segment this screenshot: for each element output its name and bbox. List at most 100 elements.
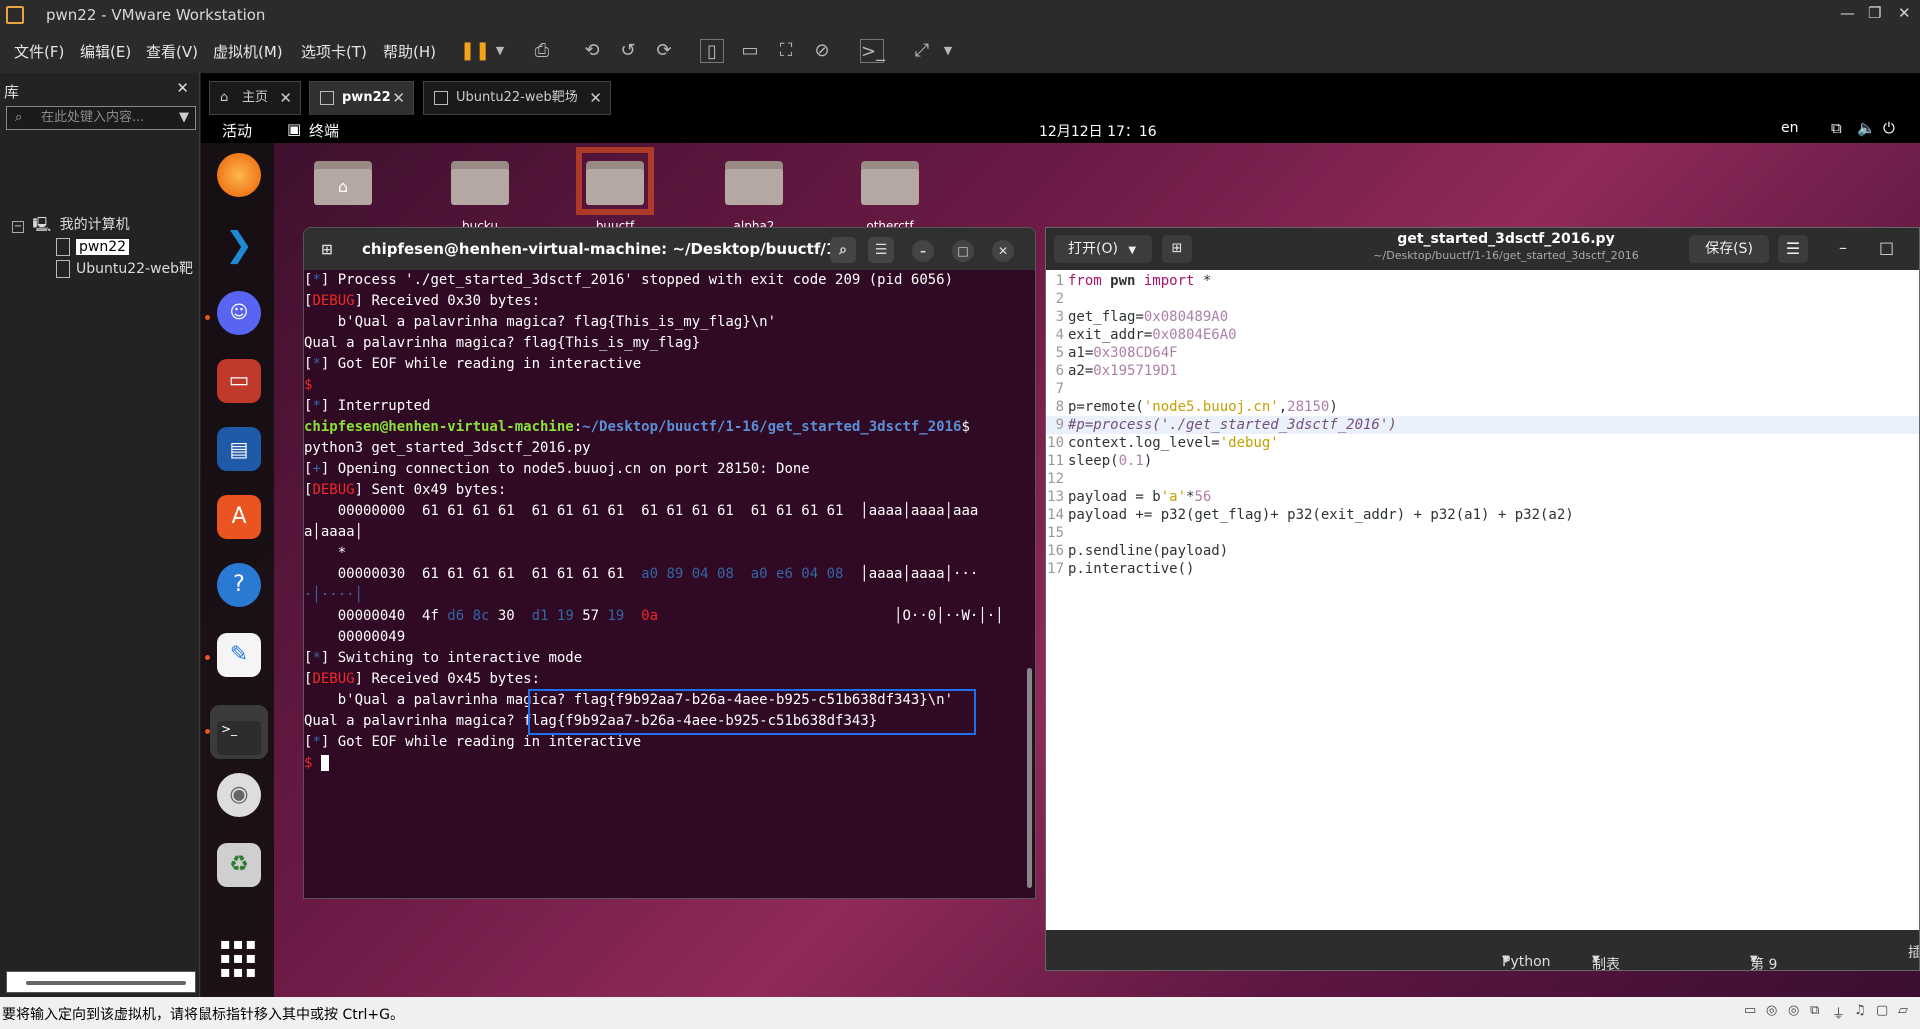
code-line: 11 sleep(0.1) [1047,453,1153,469]
text-editor-window[interactable]: 打开(O) ▼ ⊞ get_started_3dsctf_2016.py ~/D… [1045,227,1920,971]
hamburger-menu-icon[interactable]: ☰ [1778,235,1808,263]
display-icon[interactable]: ▢ [1876,1003,1894,1021]
close-icon[interactable]: ✕ [392,82,405,114]
unity-icon[interactable]: ⊘ [810,39,834,63]
terminal-line: [DEBUG] Received 0x30 bytes: [304,293,541,309]
menu-file[interactable]: 文件(F) [14,41,64,62]
app-menu-label[interactable]: 终端 [309,120,339,141]
chevron-down-icon: ▼ [1592,954,1600,965]
terminal-line: python3 get_started_3dsctf_2016.py [304,440,591,456]
tab-home[interactable]: ⌂ 主页 ✕ [209,81,301,115]
minimize-icon[interactable]: – [1839,238,1847,257]
tab-pwn22[interactable]: pwn22 ✕ [309,81,414,115]
help-icon[interactable]: ? [217,563,261,607]
code-line: 3 get_flag=0x080489A0 [1055,309,1229,325]
terminal-line: 00000000 61 61 61 61 61 61 61 61 61 61 6… [304,503,979,519]
console-view-icon[interactable]: >_ [860,39,885,63]
volume-icon[interactable]: 🔈 [1857,119,1876,137]
cdrom-icon[interactable]: ◎ [1766,1003,1784,1021]
terminal-output[interactable]: [*] Process './get_started_3dsctf_2016' … [304,270,1035,898]
terminal-scrollbar[interactable] [1027,668,1032,888]
menu-vm[interactable]: 虚拟机(M) [213,41,283,62]
minimize-icon[interactable]: — [1840,4,1855,22]
vm-icon [56,238,70,256]
discord-icon[interactable]: ☺ [217,291,261,335]
snapshot-icon[interactable]: ⟲ [580,39,604,63]
thumbnail-bar-icon[interactable]: ▭ [738,39,762,63]
firefox-icon[interactable] [217,153,261,197]
cdrom-icon[interactable]: ◎ [1788,1003,1806,1021]
tree-item-label: Ubuntu22-web靶 [76,261,194,277]
maximize-icon[interactable]: □ [952,240,974,262]
menu-edit[interactable]: 编辑(E) [80,41,131,62]
new-document-icon[interactable]: ⊞ [1162,235,1192,263]
desktop-folder-home[interactable]: ⌂ [314,157,372,205]
library-panel: 库 ✕ ⌕ 在此处键入内容... ▼ − 🖳 我的计算机 pwn22 Ubunt… [0,73,200,997]
vm-icon [320,91,334,105]
terminal-line: [DEBUG] Sent 0x49 bytes: [304,482,507,498]
save-button[interactable]: 保存(S) [1689,235,1769,263]
scrollbar-thumb[interactable] [26,981,186,985]
text-editor-icon[interactable]: ✎ [217,633,261,677]
clock[interactable]: 12月12日 17：16 [1039,121,1157,141]
revert-snapshot-icon[interactable]: ↺ [616,39,640,63]
menu-tabs[interactable]: 选项卡(T) [301,41,367,62]
code-line: 7 [1055,381,1064,397]
activities-button[interactable]: 活动 [222,120,252,141]
open-button[interactable]: 打开(O) ▼ [1054,235,1152,263]
message-log-icon[interactable]: ▱ [1898,1003,1916,1021]
app-grid-icon[interactable]: ▪▪▪ ▪▪▪ ▪▪▪ [217,929,261,980]
collapse-icon[interactable]: − [12,221,24,233]
close-icon[interactable]: ✕ [992,240,1014,262]
close-icon[interactable]: ✕ [279,82,292,114]
network-adapter-icon[interactable]: ⧉ [1810,1003,1828,1021]
tree-item-pwn22[interactable]: pwn22 [56,237,130,257]
hard-disk-icon[interactable]: ▭ [1744,1003,1762,1021]
terminal-window[interactable]: ⊞ chipfesen@henhen-virtual-machine: ~/De… [303,227,1036,899]
chevron-down-icon[interactable]: ▼ [488,39,512,63]
search-icon[interactable]: ⌕ [830,237,856,263]
show-library-icon[interactable]: ▯ [700,39,724,63]
trash-icon[interactable]: ♻ [217,843,261,887]
terminal-line: [*] Interrupted [304,398,431,414]
new-tab-icon[interactable]: ⊞ [314,237,340,263]
code-view[interactable]: 1 from pwn import * 2 3 get_flag=0x080489A… [1046,270,1919,930]
maximize-icon[interactable]: □ [1879,238,1894,257]
menu-help[interactable]: 帮助(H) [383,41,436,62]
tab-ubuntu22-web[interactable]: Ubuntu22-web靶场 ✕ [423,81,611,115]
tree-root[interactable]: − 🖳 我的计算机 [12,215,130,235]
desktop-folder-otherctf[interactable]: otherctf [861,157,919,233]
pause-icon[interactable]: ❚❚ [460,39,490,63]
hamburger-menu-icon[interactable]: ☰ [868,237,894,263]
software-icon[interactable]: A [217,495,261,539]
dvd-icon[interactable]: ◉ [217,773,261,817]
sound-icon[interactable]: ♫ [1854,1003,1872,1021]
network-icon[interactable]: ⧉ [1831,119,1842,137]
language-indicator[interactable]: en [1781,120,1799,136]
minimize-icon[interactable]: – [912,240,934,262]
chevron-down-icon[interactable]: ▼ [179,107,189,129]
vscode-icon[interactable]: ❯ [217,223,261,267]
full-screen-icon[interactable]: ⛶ [774,39,798,63]
vmware-logo-icon [6,6,24,24]
power-icon[interactable]: ⏻ [1883,119,1895,137]
chevron-down-icon[interactable]: ▼ [936,39,960,63]
close-icon[interactable]: ✕ [589,82,602,114]
insert-mode[interactable]: 插 [1908,942,1919,962]
library-search-input[interactable]: ⌕ 在此处键入内容... ▼ [6,106,196,130]
desktop-folder-alpha2[interactable]: alpha2 [725,157,783,233]
files-icon[interactable]: ▭ [217,359,261,403]
desktop-folder-bucku[interactable]: bucku [451,157,509,233]
terminal-icon[interactable]: >_ [210,705,268,759]
restore-icon[interactable]: ❐ [1868,4,1881,22]
send-ctrl-alt-del-icon[interactable]: ⎙ [530,39,554,63]
desktop-folder-buuctf[interactable]: buuctf [576,147,654,233]
usb-icon[interactable]: ⏚ [1832,1003,1850,1022]
writer-icon[interactable]: ▤ [217,427,261,471]
tree-item-ubuntu22-web[interactable]: Ubuntu22-web靶 [56,259,193,279]
close-icon[interactable]: ✕ [176,79,189,97]
stretch-icon[interactable]: ⤢ [910,39,934,63]
close-icon[interactable]: ✕ [1898,4,1911,22]
menu-view[interactable]: 查看(V) [146,41,198,62]
snapshot-manager-icon[interactable]: ⟳ [652,39,676,63]
